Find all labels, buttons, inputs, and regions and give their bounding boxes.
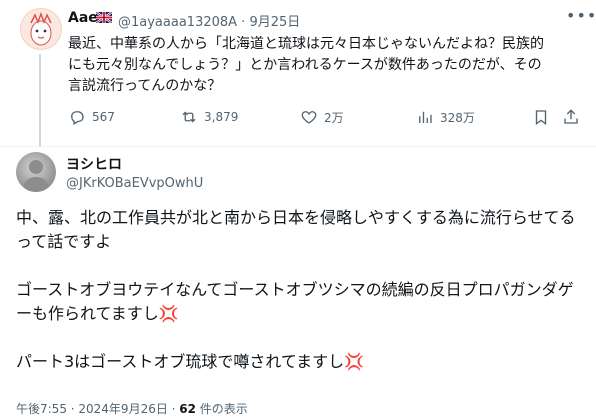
reply-author-name[interactable]: ヨシヒロ [66, 154, 122, 174]
parent-avatar[interactable] [20, 8, 62, 50]
reply-meta: 午後7:55 · 2024年9月26日 · 62 件の表示 [16, 400, 248, 417]
uk-flag-icon [96, 12, 112, 23]
thread-line [39, 54, 41, 146]
reply-timestamp[interactable]: 午後7:55 · 2024年9月26日 · [16, 402, 179, 416]
views-count: 328万 [440, 110, 475, 125]
reply-avatar[interactable] [16, 152, 56, 192]
like-button[interactable]: 2万 [300, 108, 344, 126]
reply-view-count: 62 [179, 402, 196, 416]
reply-icon [71, 111, 84, 125]
reply-handle[interactable]: @JKrKOBaEVvpOwhU [66, 176, 203, 191]
reply-views-label: 件の表示 [195, 402, 248, 416]
like-count: 2万 [324, 110, 344, 125]
like-icon [301, 111, 317, 124]
retweet-count: 3,879 [204, 110, 239, 124]
share-button[interactable] [562, 108, 580, 126]
parent-author-name[interactable]: Aae [68, 10, 98, 26]
views-button[interactable]: 328万 [416, 108, 475, 126]
reply-paragraph: 中、露、北の工作員共が北と南から日本を侵略しやすくする為に流行らせてるって話です… [16, 208, 576, 251]
reply-paragraph: パート3はゴーストオブ琉球で噂されてますし💢 [16, 352, 365, 371]
reply-button[interactable]: 567 [68, 108, 115, 126]
share-icon [564, 109, 578, 124]
retweet-button[interactable]: 3,879 [180, 108, 238, 126]
divider [0, 146, 596, 147]
views-icon [419, 111, 432, 123]
reply-paragraph: ゴーストオブヨウテイなんてゴーストオブツシマの続編の反日プロパガンダゲーも作られ… [16, 280, 574, 323]
more-icon[interactable]: ••• [566, 6, 596, 25]
reply-tweet-text: 中、露、北の工作員共が北と南から日本を侵略しやすくする為に流行らせてるって話です… [16, 206, 582, 398]
action-bar: 567 3,879 2万 328万 [68, 108, 588, 130]
parent-handle-date[interactable]: @1ayaaaa13208A · 9月25日 [118, 11, 300, 30]
bookmark-button[interactable] [532, 108, 550, 126]
bookmark-icon [535, 110, 547, 126]
retweet-icon [182, 111, 196, 123]
parent-tweet-text: 最近、中華系の人から「北海道と琉球は元々日本じゃないんだよね？民族的 にも元々別… [68, 36, 544, 94]
reply-count: 567 [92, 110, 115, 124]
